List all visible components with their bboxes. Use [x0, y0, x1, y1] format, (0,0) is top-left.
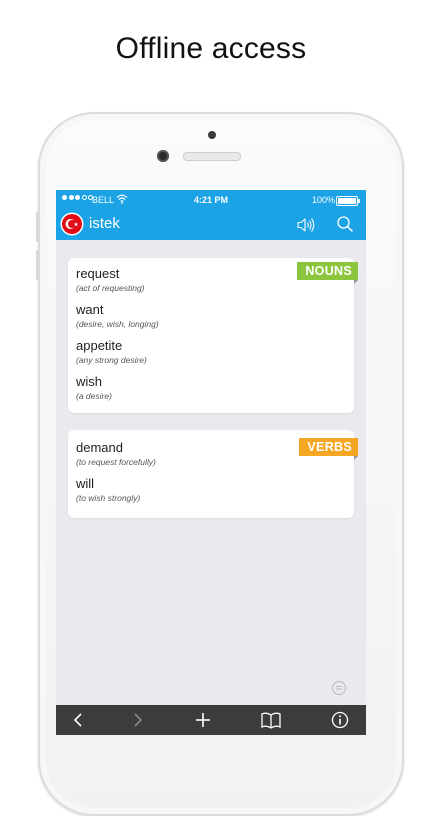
front-camera: [157, 150, 169, 162]
word: appetite: [76, 338, 123, 353]
volume-button: [36, 212, 39, 242]
front-sensor: [208, 131, 216, 139]
turkey-flag-icon[interactable]: [62, 214, 82, 234]
word: will: [76, 476, 95, 491]
info-button[interactable]: [320, 705, 360, 735]
bottom-toolbar: [56, 705, 366, 735]
gloss: (act of requesting): [76, 283, 145, 293]
volume-button: [36, 250, 39, 280]
word: wish: [76, 374, 103, 389]
back-icon: [73, 713, 82, 727]
verbs-tag: VERBS: [299, 438, 358, 460]
headline: Offline access: [115, 32, 307, 65]
back-button[interactable]: [58, 705, 98, 735]
gloss: (to request forcefully): [76, 457, 156, 467]
nav-bar: istek: [56, 210, 366, 240]
book-button[interactable]: [251, 705, 291, 735]
results-area: NOUNS request (act of requesting) want (…: [56, 240, 366, 705]
list-item[interactable]: appetite (any strong desire): [76, 338, 147, 365]
list-item[interactable]: will (to wish strongly): [76, 476, 140, 503]
gloss: (any strong desire): [76, 355, 147, 365]
add-button[interactable]: [183, 705, 223, 735]
list-item[interactable]: demand (to request forcefully): [76, 440, 156, 467]
gloss: (desire, wish, longing): [76, 319, 159, 329]
speaker-icon[interactable]: [296, 216, 316, 234]
book-icon: [261, 712, 281, 729]
search-icon[interactable]: [336, 215, 354, 233]
battery-percent: 100%: [312, 195, 336, 205]
gloss: (to wish strongly): [76, 493, 141, 503]
chat-bubble-icon[interactable]: [331, 680, 347, 696]
search-term-title: istek: [89, 215, 120, 232]
gloss: (a desire): [76, 391, 112, 401]
nouns-tag: NOUNS: [297, 262, 358, 284]
nouns-card: NOUNS request (act of requesting) want (…: [68, 258, 358, 413]
status-bar: BELL 4:21 PM 100%: [56, 190, 366, 210]
add-icon: [196, 713, 210, 727]
list-item[interactable]: wish (a desire): [76, 374, 112, 401]
forward-icon: [134, 713, 143, 727]
word: request: [76, 266, 120, 281]
list-item[interactable]: want (desire, wish, longing): [76, 302, 159, 329]
battery-icon: [336, 196, 360, 206]
list-item[interactable]: request (act of requesting): [76, 266, 145, 293]
verbs-card: VERBS demand (to request forcefully) wil…: [68, 430, 358, 518]
earpiece-speaker: [183, 152, 241, 161]
word: demand: [76, 440, 123, 455]
app-screen: BELL 4:21 PM 100% istek NOUNS request (a…: [56, 190, 366, 735]
info-icon: [331, 711, 349, 729]
forward-button[interactable]: [118, 705, 158, 735]
word: want: [76, 302, 104, 317]
